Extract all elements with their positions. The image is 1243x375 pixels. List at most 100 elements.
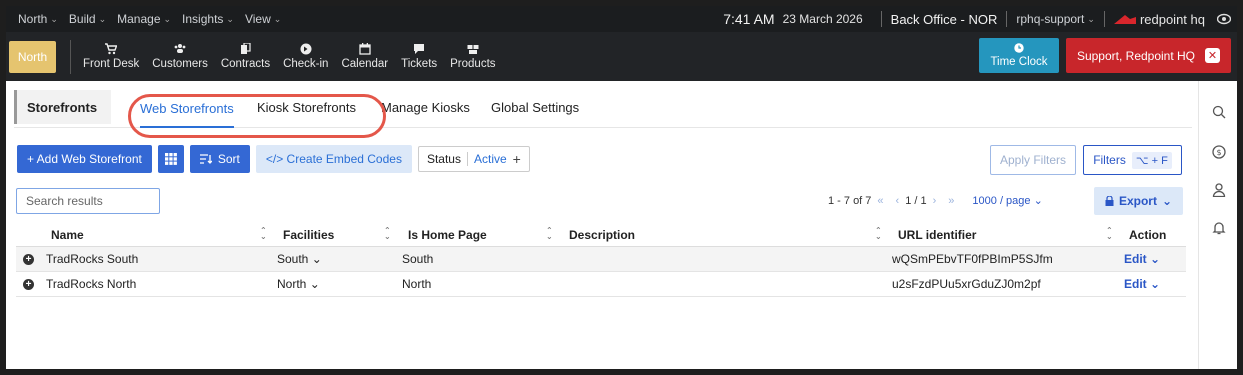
nav-contracts[interactable]: Contracts bbox=[215, 43, 276, 70]
col-is-home-page[interactable]: Is Home Page bbox=[408, 223, 487, 246]
action-toolbar: + Add Web Storefront Sort </> Create Emb… bbox=[17, 145, 530, 173]
menu-manage[interactable]: Manage ⌄ bbox=[117, 12, 171, 26]
tab-bar: Storefronts Web Storefronts Kiosk Storef… bbox=[14, 90, 1192, 138]
nav-products[interactable]: Products bbox=[444, 43, 501, 70]
nav-calendar[interactable]: Calendar bbox=[335, 43, 394, 70]
sort-toggle-icon[interactable]: ⌃ ⌄ bbox=[384, 227, 391, 241]
clock-date: 23 March 2026 bbox=[782, 12, 863, 26]
sort-toggle-icon[interactable]: ⌃ ⌄ bbox=[1106, 227, 1113, 241]
sort-toggle-icon[interactable]: ⌃ ⌄ bbox=[875, 227, 882, 241]
expand-row-icon[interactable]: + bbox=[23, 247, 34, 271]
sort-toggle-icon[interactable]: ⌃ ⌄ bbox=[260, 227, 267, 241]
products-icon bbox=[467, 45, 479, 54]
user-icon[interactable] bbox=[1212, 183, 1226, 197]
tab-global-settings[interactable]: Global Settings bbox=[491, 90, 579, 124]
chevron-down-icon: ⌄ bbox=[311, 252, 322, 266]
top-menu: North ⌄ Build ⌄ Manage ⌄ Insights ⌄ View ⌄ bbox=[18, 12, 292, 26]
calendar-icon bbox=[359, 43, 371, 55]
svg-text:$: $ bbox=[1216, 148, 1221, 157]
page-size-label: 1000 / page bbox=[972, 195, 1031, 207]
nav-label: Products bbox=[450, 58, 496, 70]
nav-customers[interactable]: Customers bbox=[146, 43, 214, 70]
bell-icon[interactable] bbox=[1212, 221, 1226, 235]
nav-check-in[interactable]: Check-in bbox=[277, 43, 334, 70]
plus-circle-icon: + bbox=[23, 253, 34, 265]
nav-tickets[interactable]: Tickets bbox=[395, 43, 443, 70]
chevron-down-icon: ⌄ bbox=[98, 13, 107, 24]
table-header: Name ⌃ ⌄ Facilities ⌃ ⌄ Is Home Page ⌃ ⌄ De… bbox=[16, 223, 1186, 247]
close-icon[interactable]: ✕ bbox=[1205, 48, 1221, 63]
col-description[interactable]: Description bbox=[569, 223, 635, 246]
location-button[interactable]: North bbox=[9, 40, 56, 73]
menu-north-label: North bbox=[18, 12, 48, 26]
nav-label: Calendar bbox=[341, 58, 389, 70]
top-menu-bar: North ⌄ Build ⌄ Manage ⌄ Insights ⌄ View ⌄ 7:… bbox=[6, 6, 1237, 32]
status-label: Status bbox=[426, 152, 461, 166]
chevron-down-icon: ⌄ bbox=[163, 13, 172, 24]
edit-menu[interactable]: Edit ⌄ bbox=[1124, 247, 1160, 271]
col-facilities[interactable]: Facilities bbox=[283, 223, 334, 246]
plus-icon[interactable]: + bbox=[513, 151, 521, 167]
time-clock-label: Time Clock bbox=[990, 56, 1048, 68]
plus-circle-icon: + bbox=[23, 278, 34, 290]
menu-north[interactable]: North ⌄ bbox=[18, 12, 58, 26]
export-button[interactable]: Export ⌄ bbox=[1094, 187, 1183, 215]
edit-menu[interactable]: Edit ⌄ bbox=[1124, 272, 1160, 296]
page-size-select[interactable]: 1000 / page ⌄ bbox=[972, 194, 1042, 207]
menu-view[interactable]: View ⌄ bbox=[245, 12, 281, 26]
filters-button[interactable]: Filters ⌥ + F bbox=[1083, 145, 1182, 175]
menu-build[interactable]: Build ⌄ bbox=[69, 12, 106, 26]
last-page-icon[interactable]: » bbox=[948, 195, 954, 207]
redpoint-logo-icon bbox=[1113, 15, 1136, 24]
cell-name: TradRocks North bbox=[46, 277, 137, 291]
menu-build-label: Build bbox=[68, 12, 96, 26]
contract-icon bbox=[241, 43, 252, 54]
first-page-icon[interactable]: « bbox=[877, 195, 883, 207]
office-selector[interactable]: Back Office - NOR bbox=[891, 12, 998, 27]
eye-icon[interactable] bbox=[1217, 12, 1231, 26]
expand-row-icon[interactable]: + bbox=[23, 272, 34, 296]
sort-button[interactable]: Sort bbox=[189, 145, 250, 173]
chevron-down-icon: ⌄ bbox=[1161, 194, 1173, 208]
divider bbox=[1006, 11, 1008, 27]
status-filter-chip[interactable]: Status Active + bbox=[417, 146, 530, 172]
clock-time: 7:41 AM bbox=[723, 11, 775, 27]
account-label: rphq-support bbox=[1016, 12, 1085, 26]
chevron-down-icon: ⌄ bbox=[1087, 13, 1095, 24]
chevron-down-icon: ⌄ bbox=[50, 13, 58, 24]
cell-facilities[interactable]: South ⌄ bbox=[277, 247, 322, 271]
table-row[interactable]: + TradRocks South South ⌄ South wQSmPEbv… bbox=[16, 247, 1186, 272]
col-name[interactable]: Name bbox=[51, 223, 84, 246]
apply-filters-button[interactable]: Apply Filters bbox=[990, 145, 1076, 175]
table-row[interactable]: + TradRocks North North ⌄ North u2sFzdPU… bbox=[16, 272, 1186, 297]
time-clock-button[interactable]: Time Clock bbox=[979, 38, 1059, 73]
edit-label: Edit bbox=[1124, 277, 1147, 291]
support-session-button[interactable]: Support, Redpoint HQ ✕ bbox=[1066, 38, 1231, 73]
column-chooser-button[interactable] bbox=[157, 145, 184, 173]
cell-url-identifier: u2sFzdPUu5xrGduZJ0m2pf bbox=[892, 277, 1041, 291]
search-input[interactable]: Search results bbox=[16, 188, 160, 214]
dollar-icon[interactable]: $ bbox=[1212, 145, 1226, 159]
nav-front-desk[interactable]: Front Desk bbox=[77, 43, 145, 70]
app-window: North ⌄ Build ⌄ Manage ⌄ Insights ⌄ View ⌄ 7:… bbox=[0, 0, 1243, 375]
edit-label: Edit bbox=[1124, 252, 1147, 266]
search-icon[interactable] bbox=[1212, 105, 1226, 119]
menu-insights[interactable]: Insights ⌄ bbox=[182, 12, 234, 26]
main-content: Storefronts Web Storefronts Kiosk Storef… bbox=[6, 81, 1198, 369]
account-menu[interactable]: rphq-support ⌄ bbox=[1016, 12, 1095, 26]
cart-icon bbox=[105, 43, 118, 55]
add-web-storefront-button[interactable]: + Add Web Storefront bbox=[17, 145, 152, 173]
cell-facilities[interactable]: North ⌄ bbox=[277, 272, 320, 296]
nav-label: Contracts bbox=[220, 58, 271, 70]
tab-manage-kiosks[interactable]: Manage Kiosks bbox=[381, 90, 470, 124]
prev-page-icon[interactable]: ‹ bbox=[896, 195, 900, 207]
sort-toggle-icon[interactable]: ⌃ ⌄ bbox=[546, 227, 553, 241]
facilities-value: South bbox=[277, 252, 309, 266]
people-icon bbox=[174, 44, 186, 53]
tab-root-storefronts[interactable]: Storefronts bbox=[14, 90, 111, 124]
right-utility-rail: $ bbox=[1198, 81, 1237, 369]
chevron-down-icon: ⌄ bbox=[309, 277, 320, 291]
next-page-icon[interactable]: › bbox=[933, 195, 937, 207]
create-embed-codes-button[interactable]: </> Create Embed Codes bbox=[255, 145, 412, 173]
col-url-identifier[interactable]: URL identifier bbox=[898, 223, 976, 246]
